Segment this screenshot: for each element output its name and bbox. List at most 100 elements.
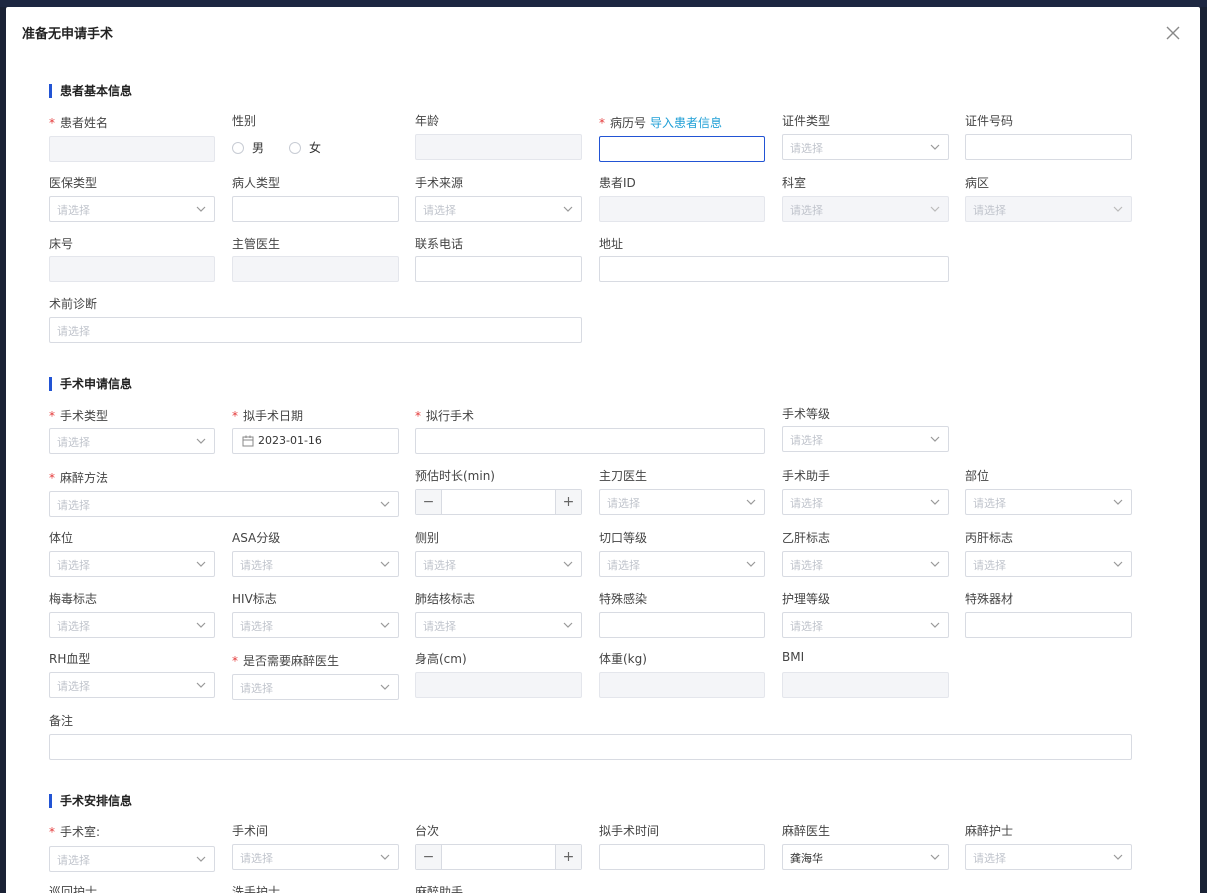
- id-type-select[interactable]: 请选择: [782, 134, 949, 160]
- label-room2: 手术间: [232, 824, 269, 838]
- label-bed: 床号: [49, 237, 74, 251]
- label-hiv: HIV标志: [232, 592, 277, 606]
- label-ward: 病区: [965, 176, 990, 190]
- syphilis-select[interactable]: 请选择: [49, 612, 215, 638]
- op-type-select[interactable]: 请选择: [49, 428, 215, 454]
- patient-type-input[interactable]: [232, 196, 399, 222]
- order-plus-button[interactable]: +: [555, 845, 581, 869]
- section-title-apply: 手术申请信息: [49, 377, 132, 391]
- id-no-input[interactable]: [965, 134, 1132, 160]
- asa-select[interactable]: 请选择: [232, 551, 399, 577]
- time-input[interactable]: [599, 844, 765, 870]
- bed-input[interactable]: [49, 256, 215, 282]
- label-equipment: 特殊器材: [965, 592, 1014, 606]
- remark-input[interactable]: [49, 734, 1132, 760]
- op-level-select[interactable]: 请选择: [782, 426, 949, 452]
- chevron-down-icon: [196, 856, 206, 862]
- patient-name-input[interactable]: [49, 136, 215, 162]
- side-select[interactable]: 请选择: [415, 551, 582, 577]
- doctor-input[interactable]: [232, 256, 399, 282]
- hcv-select[interactable]: 请选择: [965, 551, 1132, 577]
- source-select[interactable]: 请选择: [415, 196, 582, 222]
- surgery-dialog: 准备无申请手术 患者基本信息 * 患者姓名 性别 年龄 * 病历号 导入患者信息 证件…: [6, 7, 1200, 893]
- label-hbv: 乙肝标志: [782, 531, 831, 545]
- phone-input[interactable]: [415, 256, 582, 282]
- chevron-down-icon: [563, 622, 573, 628]
- patient-id-input[interactable]: [599, 196, 765, 222]
- chevron-down-icon: [930, 499, 940, 505]
- label-tb: 肺结核标志: [415, 592, 476, 606]
- need-anes-select[interactable]: 请选择: [232, 674, 399, 700]
- order-minus-button[interactable]: −: [416, 845, 442, 869]
- label-insurance: 医保类型: [49, 176, 98, 190]
- label-id-type: 证件类型: [782, 114, 831, 128]
- op-name-input[interactable]: [415, 428, 765, 454]
- op-date-picker[interactable]: 2023-01-16: [232, 428, 399, 454]
- label-diagnosis: 术前诊断: [49, 297, 98, 311]
- label-op-level: 手术等级: [782, 407, 831, 421]
- anes-nurse-select[interactable]: 请选择: [965, 844, 1132, 870]
- label-assistant: 手术助手: [782, 469, 831, 483]
- duration-plus-button[interactable]: +: [555, 490, 581, 514]
- nursing-select[interactable]: 请选择: [782, 612, 949, 638]
- label-bmi: BMI: [782, 650, 805, 664]
- import-patient-link[interactable]: 导入患者信息: [650, 116, 722, 130]
- hiv-select[interactable]: 请选择: [232, 612, 399, 638]
- rh-select[interactable]: 请选择: [49, 672, 215, 698]
- label-nursing: 护理等级: [782, 592, 831, 606]
- infection-input[interactable]: [599, 612, 765, 638]
- chevron-down-icon: [196, 438, 206, 444]
- equipment-input[interactable]: [965, 612, 1132, 638]
- label-side: 侧别: [415, 531, 440, 545]
- label-incision: 切口等级: [599, 531, 648, 545]
- label-surgeon: 主刀医生: [599, 469, 648, 483]
- label-infection: 特殊感染: [599, 592, 648, 606]
- tb-select[interactable]: 请选择: [415, 612, 582, 638]
- chevron-down-icon: [1113, 854, 1123, 860]
- label-source: 手术来源: [415, 176, 464, 190]
- incision-select[interactable]: 请选择: [599, 551, 765, 577]
- anes-method-select[interactable]: 请选择: [49, 491, 399, 517]
- hbv-select[interactable]: 请选择: [782, 551, 949, 577]
- chevron-down-icon: [746, 499, 756, 505]
- order-stepper[interactable]: − +: [415, 844, 582, 870]
- chevron-down-icon: [930, 144, 940, 150]
- chevron-down-icon: [1113, 206, 1123, 212]
- bmi-input[interactable]: [782, 672, 949, 698]
- age-input[interactable]: [415, 134, 582, 160]
- height-input[interactable]: [415, 672, 582, 698]
- site-select[interactable]: 请选择: [965, 489, 1132, 515]
- calendar-icon: [242, 435, 254, 447]
- label-weight: 体重(kg): [599, 652, 647, 666]
- label-scrub-nurse: 洗手护士: [232, 885, 281, 893]
- address-input[interactable]: [599, 256, 949, 282]
- label-age: 年龄: [415, 114, 440, 128]
- label-dept: 科室: [782, 176, 807, 190]
- label-syphilis: 梅毒标志: [49, 592, 98, 606]
- label-patient-id: 患者ID: [599, 176, 636, 190]
- diagnosis-input[interactable]: 请选择: [49, 317, 582, 343]
- dept-select[interactable]: 请选择: [782, 196, 949, 222]
- record-no-input[interactable]: [599, 136, 765, 162]
- ward-select[interactable]: 请选择: [965, 196, 1132, 222]
- chevron-down-icon: [196, 682, 206, 688]
- position-select[interactable]: 请选择: [49, 551, 215, 577]
- close-button[interactable]: [1165, 25, 1181, 41]
- label-address: 地址: [599, 237, 624, 251]
- assistant-select[interactable]: 请选择: [782, 489, 949, 515]
- anes-doctor-select[interactable]: 龚海华: [782, 844, 949, 870]
- chevron-down-icon: [196, 206, 206, 212]
- surgeon-select[interactable]: 请选择: [599, 489, 765, 515]
- room-select[interactable]: 请选择: [49, 846, 215, 872]
- gender-male-radio[interactable]: 男: [232, 139, 264, 156]
- label-remark: 备注: [49, 714, 74, 728]
- weight-input[interactable]: [599, 672, 765, 698]
- duration-stepper[interactable]: − +: [415, 489, 582, 515]
- chevron-down-icon: [196, 561, 206, 567]
- room2-select[interactable]: 请选择: [232, 844, 399, 870]
- gender-female-radio[interactable]: 女: [289, 139, 321, 156]
- insurance-select[interactable]: 请选择: [49, 196, 215, 222]
- label-position: 体位: [49, 531, 74, 545]
- duration-minus-button[interactable]: −: [416, 490, 442, 514]
- label-id-no: 证件号码: [965, 114, 1014, 128]
